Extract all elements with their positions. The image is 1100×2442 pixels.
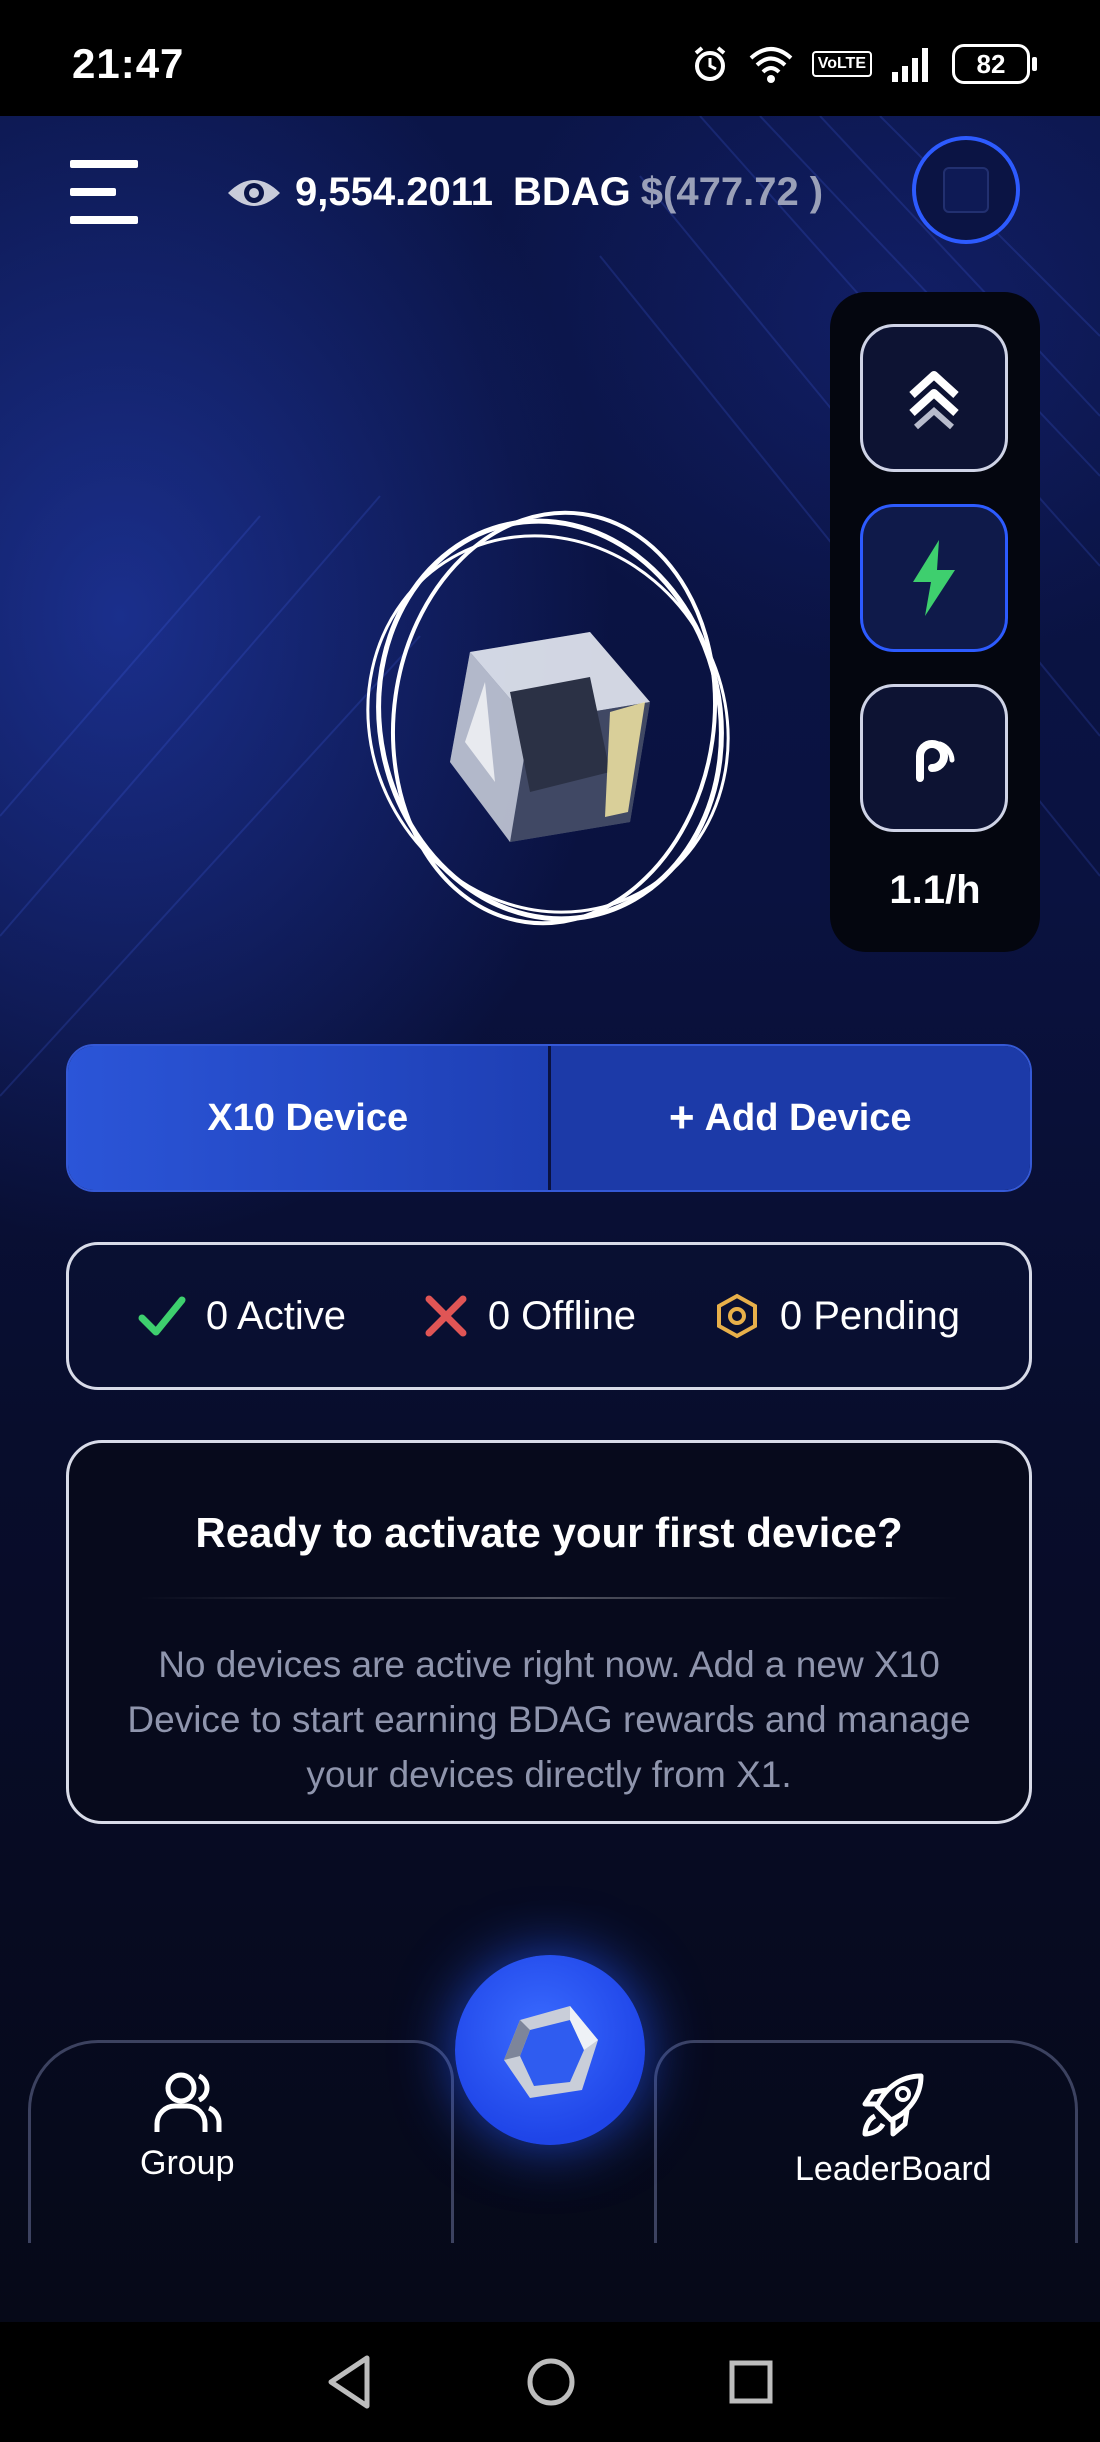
signal-icon [916, 740, 955, 782]
signal-button[interactable] [860, 684, 1008, 832]
add-device-button[interactable]: + Add Device [547, 1046, 1030, 1190]
hero-cube-graphic [360, 500, 740, 940]
balance-display: 9,554.2011 BDAG $(477.72 ) [225, 170, 823, 215]
balance-amount: 9,554.2011 [295, 170, 493, 214]
info-card-body: No devices are active right now. Add a n… [127, 1644, 971, 1795]
back-icon[interactable] [325, 2354, 375, 2410]
device-toggle: X10 Device + Add Device [66, 1044, 1032, 1192]
nav-group-label: Group [140, 2144, 235, 2182]
power-button[interactable] [860, 504, 1008, 652]
boost-button[interactable] [860, 324, 1008, 472]
nav-leaderboard-label: LeaderBoard [795, 2150, 992, 2188]
x10-device-tab[interactable]: X10 Device [68, 1046, 548, 1190]
pending-count: 0 Pending [779, 1293, 961, 1338]
divider [139, 1597, 959, 1599]
hexagon-icon [716, 1293, 757, 1339]
cross-icon [425, 1295, 467, 1337]
alarm-icon [694, 46, 725, 81]
home-cube-button[interactable] [455, 1955, 645, 2145]
recents-icon[interactable] [727, 2358, 775, 2406]
hamburger-line [70, 188, 116, 196]
nav-left-frame [28, 2040, 454, 2243]
wifi-icon [749, 47, 793, 83]
status-bar: 21:47 VoLTE 82 [0, 0, 1100, 116]
nav-leaderboard[interactable]: LeaderBoard [795, 2070, 992, 2189]
check-icon [138, 1296, 186, 1336]
avatar [943, 167, 989, 213]
stat-active: 0 Active [138, 1294, 346, 1339]
eye-icon[interactable] [225, 173, 283, 213]
add-device-label: Add Device [704, 1096, 912, 1139]
home-icon[interactable] [525, 2356, 577, 2408]
mining-rate: 1.1/h [889, 868, 981, 912]
status-icons: VoLTE 82 [690, 44, 1037, 84]
system-navigation-bar [0, 2322, 1100, 2442]
stat-offline: 0 Offline [424, 1294, 636, 1339]
nav-group[interactable]: Group [140, 2070, 235, 2183]
lightning-icon [913, 540, 955, 616]
plus-icon: + [668, 1093, 695, 1142]
balance-usd: $(477.72 ) [640, 170, 824, 214]
info-card-title: Ready to activate your first device? [195, 1509, 903, 1556]
activate-device-card: Ready to activate your first device? No … [66, 1440, 1032, 1824]
volte-badge: VoLTE [811, 51, 872, 77]
group-icon [154, 2072, 222, 2132]
cube-icon [504, 2006, 598, 2098]
battery-indicator: 82 [952, 44, 1037, 84]
offline-count: 0 Offline [487, 1293, 637, 1338]
hamburger-line [70, 216, 138, 224]
active-count: 0 Active [205, 1293, 346, 1338]
cube-rings-illustration [366, 510, 730, 926]
menu-button[interactable] [70, 160, 138, 226]
status-time: 21:47 [72, 40, 185, 87]
balance-unit: BDAG [513, 170, 631, 214]
stat-pending: 0 Pending [714, 1293, 960, 1339]
device-stats-card: 0 Active 0 Offline 0 Pending [66, 1242, 1032, 1390]
cellular-signal-icon [892, 48, 928, 82]
hamburger-icon [70, 160, 138, 168]
double-chevron-up-icon [909, 371, 959, 430]
profile-avatar-button[interactable] [912, 136, 1020, 244]
x10-device-label: X10 Device [207, 1096, 409, 1139]
bottom-navigation: Group LeaderBoard [0, 1955, 1100, 2322]
boost-side-panel: 1.1/h [830, 292, 1040, 952]
rocket-icon [862, 2073, 924, 2137]
